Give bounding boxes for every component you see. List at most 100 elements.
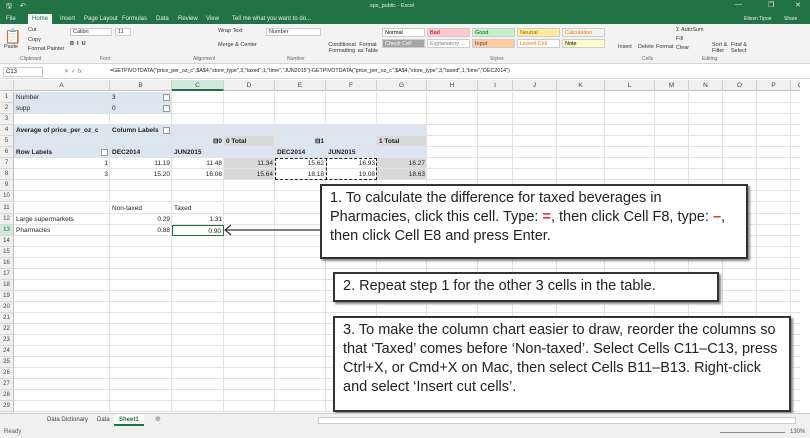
- grid-cell[interactable]: [427, 158, 478, 170]
- format-cells-button[interactable]: Format: [656, 44, 673, 50]
- grid-cell[interactable]: [757, 268, 791, 280]
- grid-cell[interactable]: [791, 368, 800, 380]
- grid-cell[interactable]: [723, 279, 757, 291]
- font-size-select[interactable]: 11: [115, 28, 131, 36]
- grid-cell[interactable]: [275, 324, 326, 336]
- grid-cell[interactable]: [655, 301, 689, 313]
- row-header-7[interactable]: 7: [0, 158, 14, 170]
- share-button[interactable]: Share: [780, 14, 801, 24]
- cell-B13[interactable]: 0.88: [110, 225, 172, 236]
- row-header-14[interactable]: 14: [0, 235, 14, 247]
- cell-B11[interactable]: Non-taxed: [110, 203, 172, 214]
- grid-cell[interactable]: [723, 136, 757, 148]
- grid-cell[interactable]: [110, 368, 172, 380]
- grid-cell[interactable]: [110, 257, 172, 269]
- grid-cell[interactable]: [791, 324, 800, 336]
- close-icon[interactable]: ✕: [795, 1, 801, 9]
- grid-cell[interactable]: [275, 390, 326, 402]
- grid-cell[interactable]: [275, 290, 326, 302]
- grid-cell[interactable]: [757, 92, 791, 103]
- row-header-11[interactable]: 11: [0, 202, 14, 214]
- column-header-A[interactable]: A: [14, 80, 110, 91]
- grid-cell[interactable]: [427, 136, 478, 148]
- wrap-text-button[interactable]: Wrap Text: [218, 28, 243, 34]
- grid-cell[interactable]: [557, 103, 605, 115]
- grid-cell[interactable]: [110, 114, 172, 126]
- grid-cell[interactable]: [655, 114, 689, 126]
- grid-cell[interactable]: [275, 202, 326, 214]
- row-header-21[interactable]: 21: [0, 313, 14, 324]
- grid-cell[interactable]: [791, 247, 800, 258]
- grid-cell[interactable]: [757, 224, 791, 236]
- grid-cell[interactable]: [110, 268, 172, 280]
- row-header-25[interactable]: 25: [0, 357, 14, 369]
- grid-cell[interactable]: [172, 390, 224, 402]
- cell-A6[interactable]: Row Labels: [14, 147, 110, 158]
- grid-cell[interactable]: [478, 169, 513, 181]
- grid-cell[interactable]: [513, 136, 557, 148]
- grid-cell[interactable]: [275, 235, 326, 247]
- grid-cell[interactable]: [14, 301, 110, 313]
- cell-C8[interactable]: 16.08: [172, 169, 224, 180]
- grid-cell[interactable]: [689, 103, 723, 115]
- add-sheet-icon[interactable]: ⊕: [155, 415, 161, 423]
- cell-A13[interactable]: Pharmacies: [14, 225, 110, 236]
- grid-cell[interactable]: [172, 279, 224, 291]
- grid-cell[interactable]: [791, 92, 800, 103]
- grid-cell[interactable]: [172, 103, 224, 115]
- style-check-cell[interactable]: Check Cell: [382, 39, 425, 48]
- cell-C13[interactable]: 0.90: [172, 224, 224, 236]
- formula-input[interactable]: =GETPIVOTDATA("price_per_oz_c",$A$4,"sto…: [110, 68, 510, 74]
- grid-cell[interactable]: [723, 290, 757, 302]
- cell-G8[interactable]: 18.63: [377, 169, 427, 180]
- column-header-C[interactable]: C: [172, 80, 224, 91]
- font-name-select[interactable]: Calibri: [70, 28, 112, 36]
- grid-cell[interactable]: [110, 346, 172, 358]
- autosum-button[interactable]: Σ AutoSum: [676, 27, 704, 33]
- column-header-G[interactable]: G: [377, 80, 427, 91]
- grid-cell[interactable]: [224, 301, 275, 313]
- grid-cell[interactable]: [275, 103, 326, 115]
- column-header-L[interactable]: L: [605, 80, 655, 91]
- grid-cell[interactable]: [172, 313, 224, 324]
- grid-cell[interactable]: [275, 92, 326, 103]
- grid-cell[interactable]: [427, 147, 478, 159]
- cell-G7[interactable]: 16.27: [377, 158, 427, 169]
- grid-cell[interactable]: [224, 324, 275, 336]
- find-select-button[interactable]: Find & Select: [731, 42, 749, 54]
- grid-cell[interactable]: [326, 136, 377, 148]
- grid-cell[interactable]: [723, 103, 757, 115]
- grid-cell[interactable]: [14, 390, 110, 402]
- grid-cell[interactable]: [557, 92, 605, 103]
- grid-cell[interactable]: [757, 114, 791, 126]
- grid-cell[interactable]: [723, 147, 757, 159]
- grid-cell[interactable]: [172, 324, 224, 336]
- grid-cell[interactable]: [689, 136, 723, 148]
- grid-cell[interactable]: [172, 235, 224, 247]
- grid-cell[interactable]: [172, 368, 224, 380]
- grid-cell[interactable]: [14, 202, 110, 214]
- grid-cell[interactable]: [326, 301, 377, 313]
- row-header-10[interactable]: 10: [0, 191, 14, 203]
- grid-cell[interactable]: [689, 114, 723, 126]
- grid-cell[interactable]: [172, 257, 224, 269]
- grid-cell[interactable]: [14, 290, 110, 302]
- grid-cell[interactable]: [224, 357, 275, 369]
- grid-cell[interactable]: [723, 158, 757, 170]
- grid-cell[interactable]: [224, 180, 275, 192]
- format-as-table-button[interactable]: Format as Table: [357, 42, 379, 54]
- merge-center-button[interactable]: Merge & Center: [218, 42, 257, 48]
- grid-cell[interactable]: [791, 313, 800, 324]
- grid-cell[interactable]: [224, 202, 275, 214]
- grid-cell[interactable]: [655, 136, 689, 148]
- row-header-13[interactable]: 13: [0, 224, 14, 236]
- select-all-corner[interactable]: [0, 80, 14, 91]
- delete-cells-button[interactable]: Delete: [638, 44, 654, 50]
- sheet-tab-data[interactable]: Data: [92, 415, 115, 426]
- grid-cell[interactable]: [791, 302, 800, 313]
- grid-cell[interactable]: [791, 258, 800, 269]
- grid-cell[interactable]: [224, 246, 275, 258]
- sheet-tab-sheet1[interactable]: Sheet1: [114, 415, 144, 426]
- fill-button[interactable]: Fill: [676, 36, 683, 42]
- grid-cell[interactable]: [172, 290, 224, 302]
